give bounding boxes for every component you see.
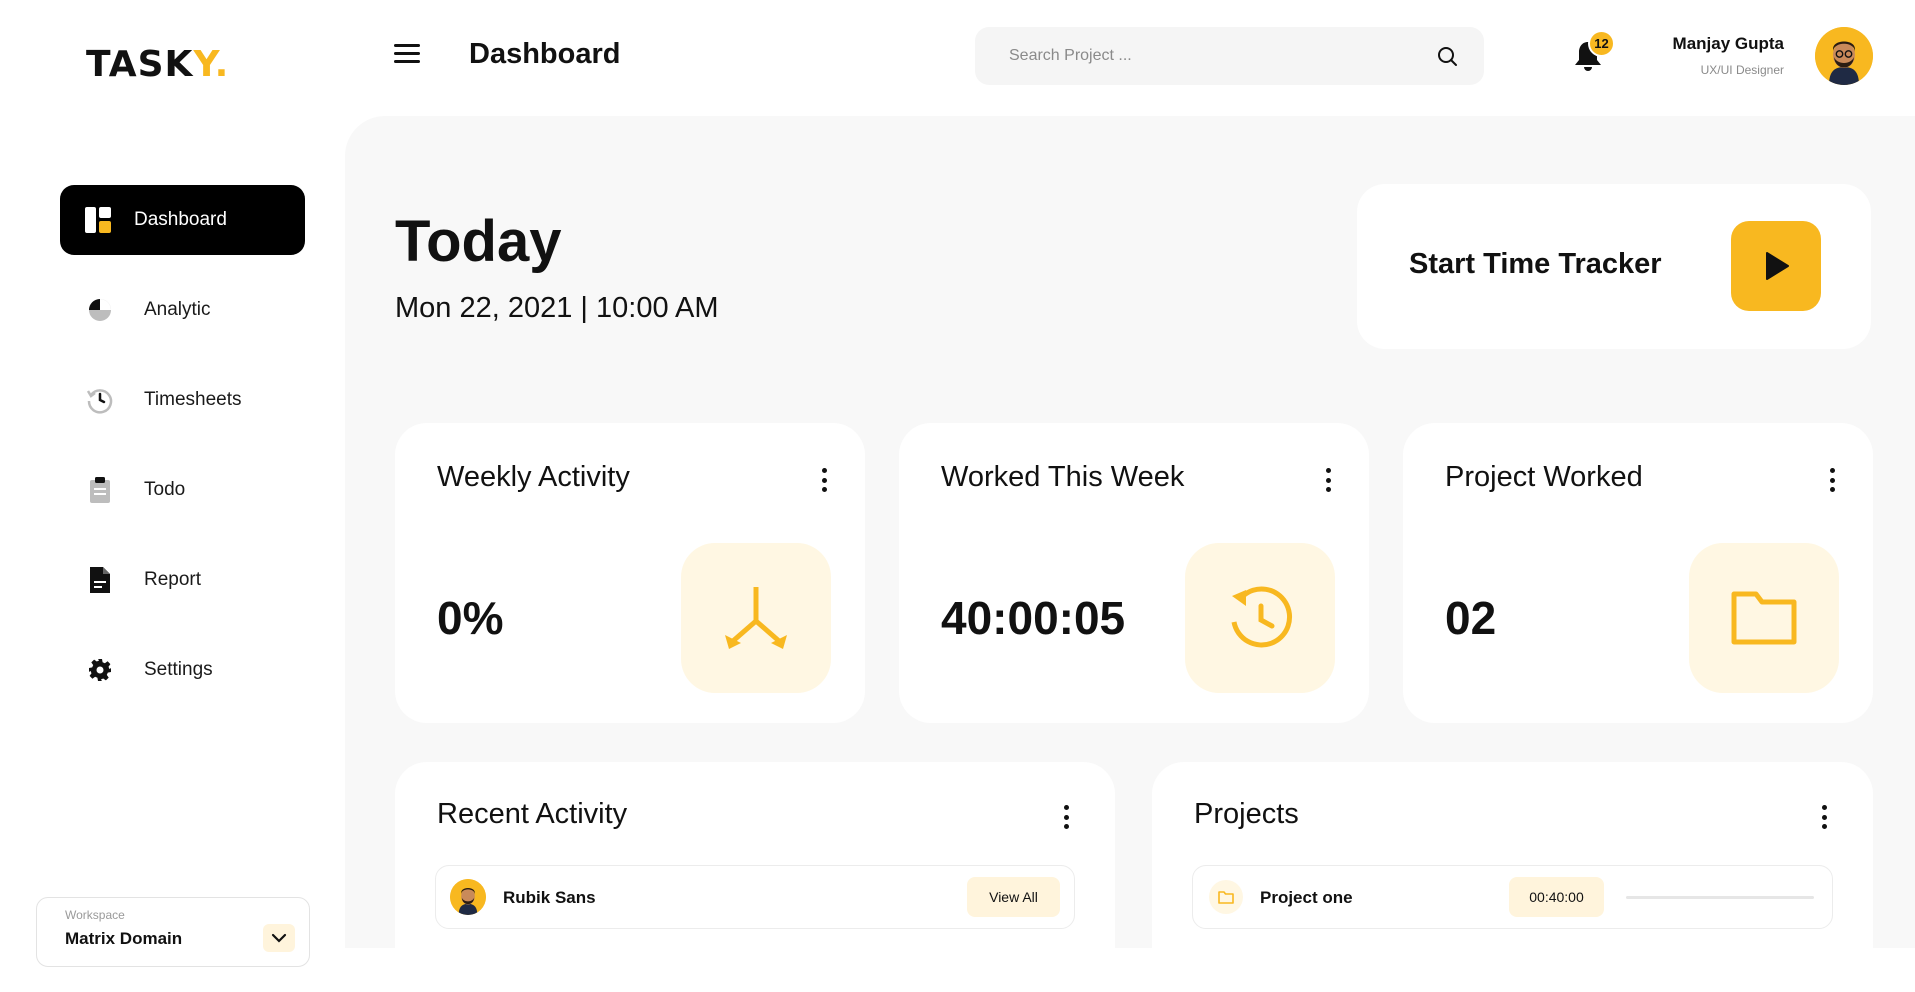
project-name: Project one	[1260, 888, 1353, 907]
search-input[interactable]	[1009, 27, 1409, 85]
card-value: 02	[1445, 592, 1497, 644]
play-button[interactable]	[1731, 221, 1821, 311]
more-options-icon[interactable]	[1827, 468, 1837, 492]
document-icon	[86, 566, 114, 594]
sidebar: TASKY. Dashboard Analytic Timesheets Tod…	[0, 0, 345, 967]
play-icon	[1766, 252, 1789, 280]
project-progress-bar	[1626, 896, 1814, 899]
avatar	[450, 879, 486, 915]
history-icon	[1185, 543, 1335, 693]
more-options-icon[interactable]	[1061, 805, 1071, 829]
sidebar-item-label: Todo	[144, 479, 186, 500]
card-title: Project Worked	[1445, 461, 1643, 493]
workspace-selector[interactable]: Workspace Matrix Domain	[36, 897, 310, 967]
workspace-caption: Workspace	[65, 908, 125, 922]
sidebar-item-timesheets[interactable]: Timesheets	[60, 365, 305, 435]
user-role: UX/UI Designer	[1700, 63, 1784, 77]
folder-icon	[1209, 880, 1243, 914]
sidebar-item-dashboard[interactable]: Dashboard	[60, 185, 305, 255]
card-value: 40:00:05	[941, 592, 1126, 644]
current-datetime: Mon 22, 2021 | 10:00 AM	[395, 292, 719, 324]
more-options-icon[interactable]	[1819, 805, 1829, 829]
workspace-value: Matrix Domain	[65, 929, 183, 948]
activity-user-name: Rubik Sans	[503, 888, 596, 907]
more-options-icon[interactable]	[819, 468, 829, 492]
brand-logo[interactable]: TASKY.	[86, 44, 229, 85]
today-heading: Today	[395, 209, 562, 274]
user-name: Manjay Gupta	[1672, 34, 1784, 53]
card-value: 0%	[437, 592, 504, 644]
folder-icon	[1689, 543, 1839, 693]
project-worked-card: Project Worked 02	[1403, 423, 1873, 723]
menu-icon[interactable]	[394, 44, 420, 64]
search-bar	[975, 27, 1484, 85]
weekly-activity-card: Weekly Activity 0%	[395, 423, 865, 723]
sidebar-item-label: Timesheets	[144, 389, 242, 410]
projects-panel: Projects Project one 00:40:00	[1152, 762, 1873, 992]
panel-title: Recent Activity	[437, 798, 628, 830]
sidebar-item-label: Report	[144, 569, 202, 590]
project-time: 00:40:00	[1509, 877, 1604, 917]
sidebar-item-settings[interactable]: Settings	[60, 635, 305, 705]
search-icon[interactable]	[1436, 45, 1458, 67]
sidebar-item-label: Dashboard	[134, 209, 227, 230]
dashboard-icon	[84, 206, 112, 234]
pie-chart-icon	[86, 296, 114, 324]
more-options-icon[interactable]	[1323, 468, 1333, 492]
view-all-button[interactable]: View All	[967, 877, 1060, 917]
sidebar-item-label: Analytic	[144, 299, 211, 320]
sidebar-item-label: Settings	[144, 659, 213, 680]
project-row[interactable]: Project one 00:40:00	[1192, 865, 1833, 929]
clipboard-icon	[86, 476, 114, 504]
start-time-tracker[interactable]: Start Time Tracker	[1357, 184, 1871, 349]
recent-activity-panel: Recent Activity Rubik Sans View All	[395, 762, 1115, 992]
merge-arrows-icon	[681, 543, 831, 693]
card-title: Weekly Activity	[437, 461, 630, 493]
notification-badge: 12	[1588, 30, 1615, 57]
avatar[interactable]	[1815, 27, 1873, 85]
sidebar-item-report[interactable]: Report	[60, 545, 305, 615]
worked-this-week-card: Worked This Week 40:00:05	[899, 423, 1369, 723]
gear-icon	[86, 656, 114, 684]
tracker-label: Start Time Tracker	[1409, 248, 1662, 280]
sidebar-item-analytic[interactable]: Analytic	[60, 275, 305, 345]
page-title: Dashboard	[469, 38, 621, 70]
card-title: Worked This Week	[941, 461, 1185, 493]
history-icon	[86, 386, 114, 414]
sidebar-item-todo[interactable]: Todo	[60, 455, 305, 525]
panel-title: Projects	[1194, 798, 1299, 830]
list-item: Rubik Sans View All	[435, 865, 1075, 929]
